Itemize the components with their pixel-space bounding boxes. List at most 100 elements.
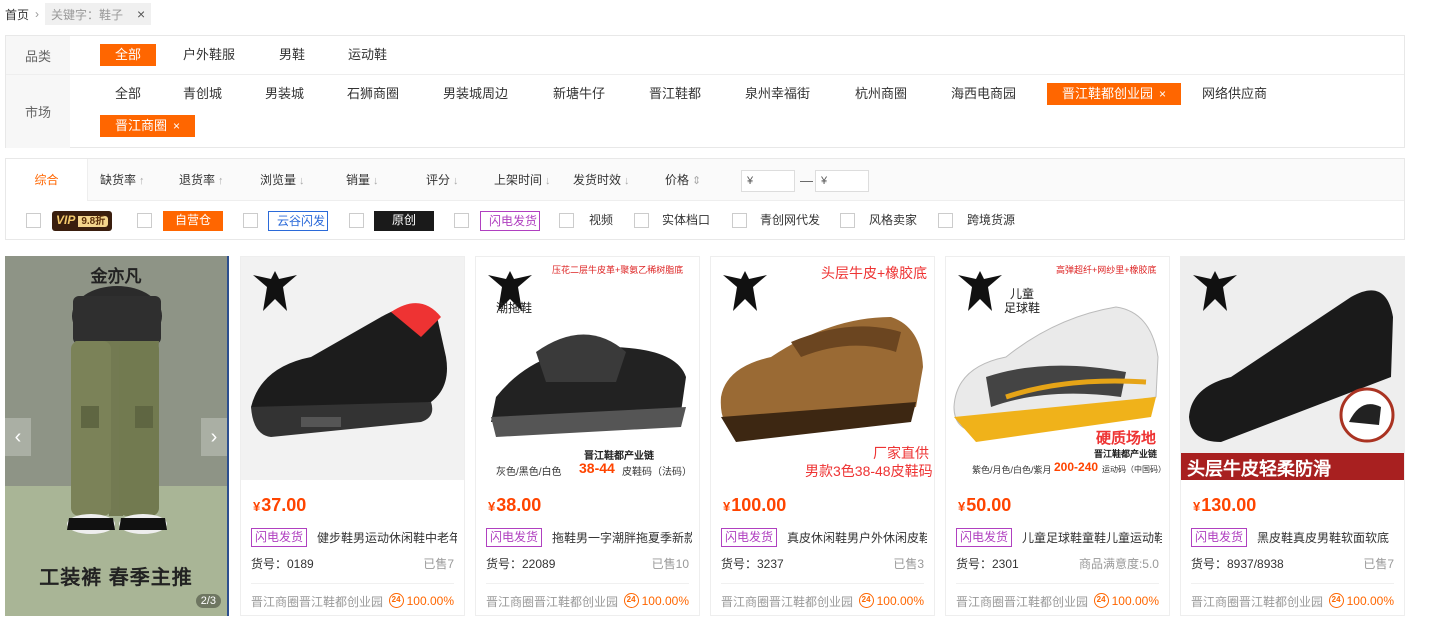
sort-views[interactable]: 浏览量 ↓ (260, 159, 305, 201)
product-title[interactable]: 黑皮鞋真皮男鞋软面软底 (1257, 529, 1397, 546)
remove-icon[interactable]: × (1159, 87, 1166, 101)
product-title[interactable]: 健步鞋男运动休闲鞋中老年 (317, 529, 457, 546)
product-price: ¥100.00 (723, 495, 786, 516)
sort-stockout-rate[interactable]: 缺货率 ↑ (100, 159, 145, 201)
yuanchuang-checkbox[interactable] (349, 213, 364, 228)
chevron-left-icon[interactable]: ‹ (5, 418, 31, 456)
sort-comprehensive[interactable]: 综合 (6, 159, 88, 201)
product-card[interactable]: 压花二层牛皮革+聚氨乙稀树脂底 潮拖鞋 晋江鞋都产业链 灰色/黑色/白色 38-… (475, 256, 700, 616)
image-text: 皮鞋码（法码） (622, 467, 692, 478)
product-card[interactable]: 头层牛皮+橡胶底 厂家直供 男款3色38-48皮鞋码 ¥100.00 闪电发货 … (710, 256, 935, 616)
vip-checkbox[interactable] (26, 213, 41, 228)
chevron-right-icon: › (35, 7, 40, 21)
shop-name[interactable]: 晋江商圈晋江鞋都创业园 (721, 593, 853, 610)
24h-icon: 24 (1328, 593, 1344, 608)
market-option[interactable]: 晋江鞋都 (634, 83, 716, 105)
divider (251, 583, 454, 584)
vip-badge: VIP 9.8折 (52, 211, 113, 231)
category-label: 品类 (6, 36, 70, 74)
chevron-right-icon[interactable]: › (201, 418, 227, 456)
market-option[interactable]: 青创城 (168, 83, 237, 105)
product-satisfaction: 商品满意度:5.0 (1078, 557, 1159, 571)
image-text: 厂家直供 (873, 445, 929, 461)
arrow-down-icon: ↓ (299, 175, 305, 187)
product-title[interactable]: 拖鞋男一字潮胖拖夏季新款 (552, 529, 692, 546)
sort-sales[interactable]: 销量 ↓ (346, 159, 379, 201)
product-sold: 已售7 (1363, 557, 1394, 571)
kuajing-checkbox[interactable] (938, 213, 953, 228)
product-image[interactable] (241, 257, 464, 480)
shop-name[interactable]: 晋江商圈晋江鞋都创业园 (251, 593, 383, 610)
sort-ship-time[interactable]: 发货时效 ↓ (573, 159, 630, 201)
keyword-label: 关键字：鞋子 (51, 7, 124, 22)
product-title[interactable]: 儿童足球鞋童鞋儿童运动鞋 (1022, 529, 1162, 546)
price-value: 37.00 (261, 495, 307, 515)
price-max-input[interactable]: ¥ (815, 170, 869, 192)
shop-name[interactable]: 晋江商圈晋江鞋都创业园 (1191, 593, 1323, 610)
keyword-chip: 关键字：鞋子 × (45, 3, 152, 25)
market-option[interactable]: 男装城 (250, 83, 319, 105)
image-text: 灰色/黑色/白色 (496, 467, 562, 478)
sort-label: 退货率 (179, 173, 216, 187)
sort-price[interactable]: 价格 ⇕ (665, 159, 701, 201)
fengge-label: 风格卖家 (869, 213, 918, 227)
arrow-down-icon: ↓ (624, 175, 630, 187)
delivery-rate: 24 100.00% (858, 593, 924, 608)
market-option-selected[interactable]: 晋江鞋都创业园 × (1047, 83, 1182, 105)
close-icon[interactable]: × (137, 6, 145, 22)
market-option[interactable]: 泉州幸福街 (730, 83, 825, 105)
sort-rating[interactable]: 评分 ↓ (426, 159, 459, 201)
market-option[interactable]: 全部 (100, 83, 156, 105)
image-text: 200-240 (1054, 460, 1099, 474)
product-image[interactable]: 高弹超纤+网纱里+橡胶底 儿童 足球鞋 硬质场地 晋江鞋都产业链 紫色/月色/白… (946, 257, 1169, 480)
arrow-down-icon: ↓ (373, 175, 379, 187)
qingchuang-checkbox[interactable] (732, 213, 747, 228)
sort-listed-time[interactable]: 上架时间 ↓ (494, 159, 551, 201)
shandian-checkbox[interactable] (454, 213, 469, 228)
price-min-input[interactable]: ¥ (741, 170, 795, 192)
product-image[interactable]: 压花二层牛皮革+聚氨乙稀树脂底 潮拖鞋 晋江鞋都产业链 灰色/黑色/白色 38-… (476, 257, 699, 480)
market-option[interactable]: 男装城周边 (428, 83, 523, 105)
shop-name[interactable]: 晋江商圈晋江鞋都创业园 (486, 593, 618, 610)
breadcrumb-home[interactable]: 首页 (5, 6, 29, 23)
product-sold: 已售7 (423, 557, 454, 571)
market-options: 全部 青创城 男装城 石狮商圈 男装城周边 新塘牛仔 晋江鞋都 泉州幸福街 杭州… (70, 75, 1404, 148)
product-image[interactable]: 头层牛皮+橡胶底 厂家直供 男款3色38-48皮鞋码 (711, 257, 934, 480)
product-price: ¥130.00 (1193, 495, 1256, 516)
market-option[interactable]: 网络供应商 (1187, 83, 1282, 105)
brand-logo-icon (253, 271, 297, 311)
sort-return-rate[interactable]: 退货率 ↑ (179, 159, 224, 201)
remove-icon[interactable]: × (173, 119, 180, 133)
product-card[interactable]: 高弹超纤+网纱里+橡胶底 儿童 足球鞋 硬质场地 晋江鞋都产业链 紫色/月色/白… (945, 256, 1170, 616)
shiti-checkbox[interactable] (634, 213, 649, 228)
video-checkbox[interactable] (559, 213, 574, 228)
delivery-rate: 24 100.00% (1093, 593, 1159, 608)
yungu-checkbox[interactable] (243, 213, 258, 228)
market-option[interactable]: 石狮商圈 (332, 83, 414, 105)
product-code: 货号：0189 (251, 557, 314, 571)
ziying-checkbox[interactable] (137, 213, 152, 228)
market-row: 市场 全部 青创城 男装城 石狮商圈 男装城周边 新塘牛仔 晋江鞋都 泉州幸福街… (6, 75, 1404, 148)
promo-banner[interactable]: 金亦凡 ‹ › 工装裤 春季主推 2/3 (5, 256, 229, 616)
24h-icon: 24 (623, 593, 639, 608)
market-option[interactable]: 新塘牛仔 (538, 83, 620, 105)
shop-name[interactable]: 晋江商圈晋江鞋都创业园 (956, 593, 1088, 610)
market-option-label: 晋江鞋都创业园 (1062, 86, 1154, 101)
category-option-all[interactable]: 全部 (100, 44, 157, 66)
flash-ship-badge: 闪电发货 (956, 528, 1013, 547)
product-price: ¥50.00 (958, 495, 1011, 516)
product-card[interactable]: ¥37.00 闪电发货 健步鞋男运动休闲鞋中老年 货号：0189 已售7 晋江商… (240, 256, 465, 616)
product-image[interactable]: 头层牛皮轻柔防滑 (1181, 257, 1404, 480)
filter-checkboxes: VIP 9.8折 自营仓 云谷闪发 原创 闪电发货 视频 实体档口 青创网代发 风… (6, 201, 1404, 241)
category-option-outdoor[interactable]: 户外鞋服 (168, 44, 250, 66)
product-card[interactable]: 头层牛皮轻柔防滑 ¥130.00 闪电发货 黑皮鞋真皮男鞋软面软底 货号：893… (1180, 256, 1405, 616)
market-option[interactable]: 杭州商圈 (840, 83, 922, 105)
image-text: 男款3色38-48皮鞋码 (805, 463, 933, 479)
market-option-selected[interactable]: 晋江商圈 × (100, 115, 196, 137)
price-value: 100.00 (731, 495, 787, 515)
fengge-checkbox[interactable] (840, 213, 855, 228)
category-option-sport-shoes[interactable]: 运动鞋 (333, 44, 402, 66)
product-title[interactable]: 真皮休闲鞋男户外休闲皮鞋 (787, 529, 927, 546)
market-option[interactable]: 海西电商园 (936, 83, 1031, 105)
category-option-men-shoes[interactable]: 男鞋 (264, 44, 320, 66)
